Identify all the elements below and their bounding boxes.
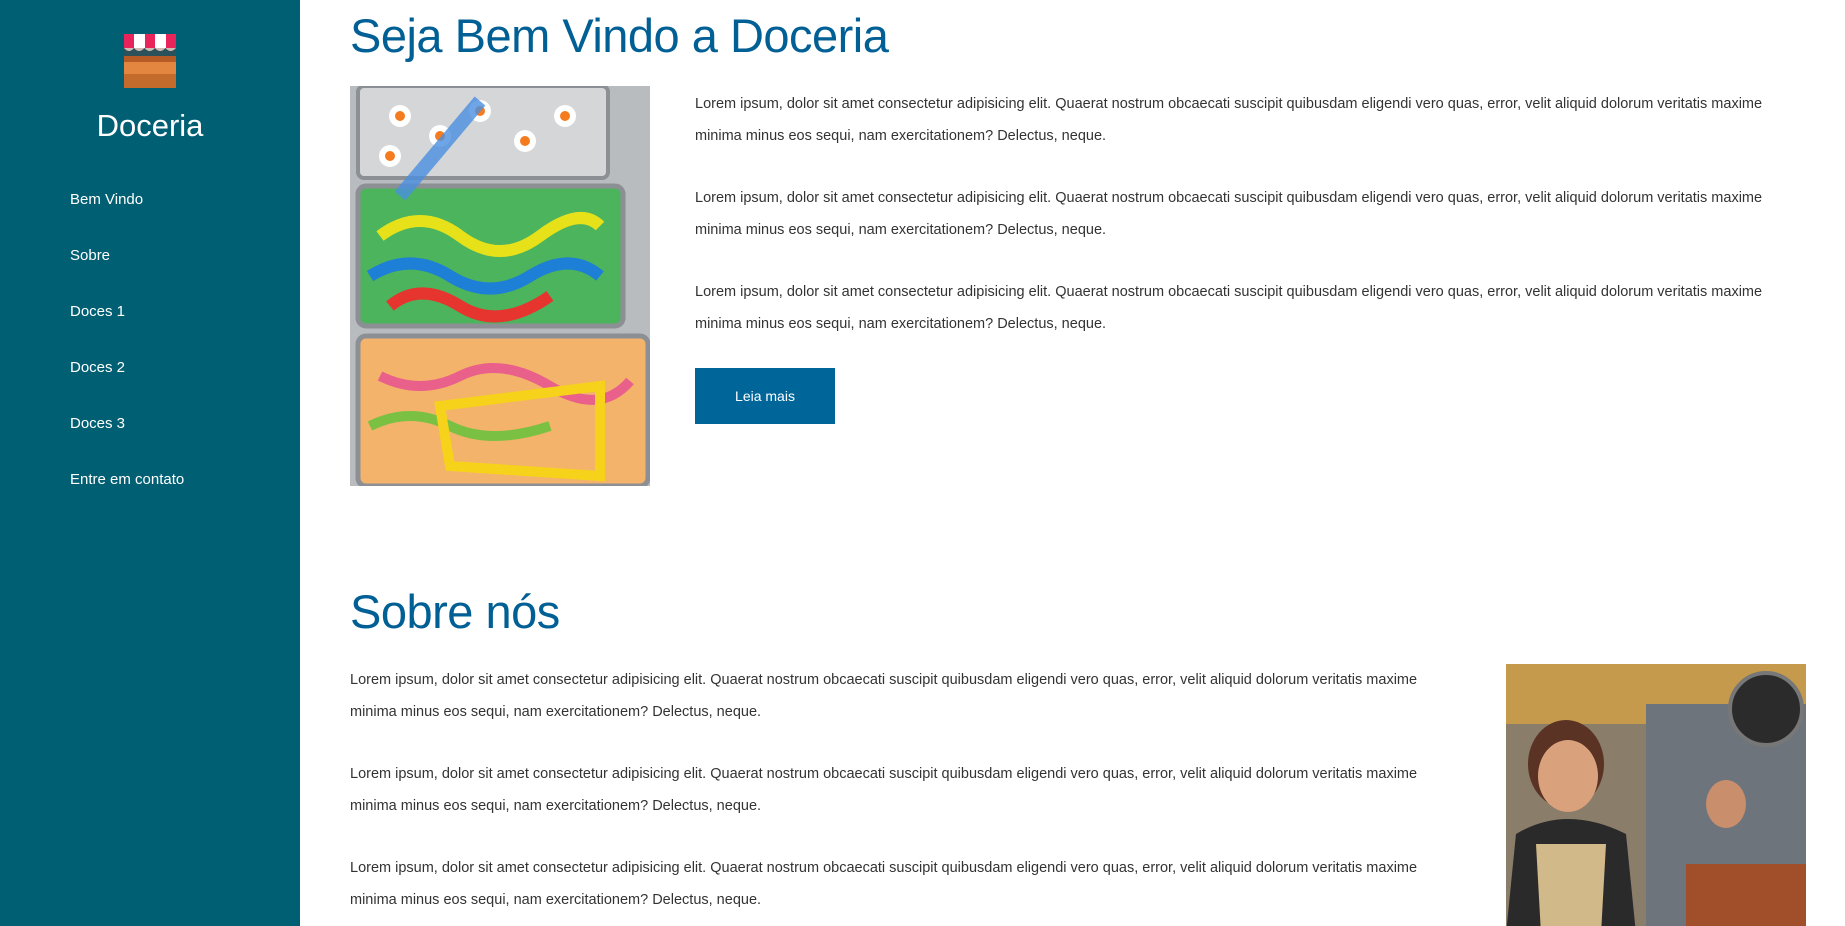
welcome-paragraph: Lorem ipsum, dolor sit amet consectetur …: [695, 284, 1763, 332]
brand-name: Doceria: [96, 108, 204, 143]
food-stall-photo: [1506, 664, 1806, 926]
sidebar: Doceria Bem Vindo Sobre Doces 1 Doces 2 …: [0, 0, 300, 926]
sidebar-nav: Bem Vindo Sobre Doces 1 Doces 2 Doces 3 …: [70, 188, 184, 524]
about-paragraph: Lorem ipsum, dolor sit amet consectetur …: [350, 766, 1418, 814]
nav-item-doces-3[interactable]: Doces 3: [70, 412, 125, 436]
about-paragraph: Lorem ipsum, dolor sit amet consectetur …: [350, 672, 1418, 720]
welcome-paragraph: Lorem ipsum, dolor sit amet consectetur …: [695, 96, 1763, 144]
nav-item-sobre[interactable]: Sobre: [70, 244, 110, 268]
nav-item-bem-vindo[interactable]: Bem Vindo: [70, 188, 143, 212]
welcome-title: Seja Bem Vindo a Doceria: [350, 9, 889, 62]
about-title: Sobre nós: [350, 585, 560, 638]
nav-item-doces-2[interactable]: Doces 2: [70, 356, 125, 380]
about-paragraph: Lorem ipsum, dolor sit amet consectetur …: [350, 860, 1418, 908]
candy-bins-image: [350, 86, 650, 486]
nav-item-doces-1[interactable]: Doces 1: [70, 300, 125, 324]
welcome-paragraph: Lorem ipsum, dolor sit amet consectetur …: [695, 190, 1763, 238]
main-content: Seja Bem Vindo a Doceria Lorem ipsum, do…: [350, 0, 1815, 926]
candy-shop-stall-icon: [124, 34, 176, 88]
read-more-button[interactable]: Leia mais: [695, 368, 835, 424]
nav-item-contato[interactable]: Entre em contato: [70, 468, 184, 492]
